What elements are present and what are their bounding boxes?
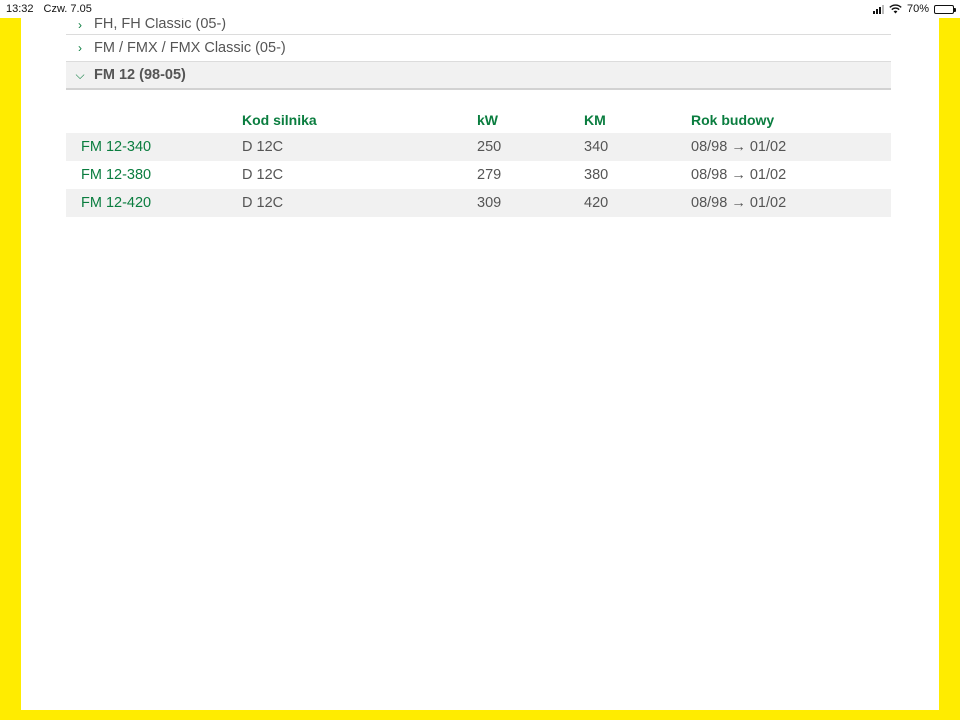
cell-engine-code: D 12C	[242, 167, 284, 183]
battery-percent: 70%	[906, 3, 929, 15]
cell-model[interactable]: FM 12-340	[66, 133, 242, 161]
table-row[interactable]: FM 12-380 D 12C 279 380 08/98 → 01/02	[66, 161, 891, 189]
chevron-right-icon: ›	[78, 18, 82, 32]
chevron-right-icon: ›	[78, 41, 82, 55]
table-row[interactable]: FM 12-420 D 12C 309 420 08/98 → 01/02	[66, 189, 891, 217]
cell-km: 420	[584, 195, 609, 211]
cell-kw: 279	[477, 167, 502, 183]
accordion-item-fh[interactable]: › FH, FH Classic (05-)	[66, 18, 891, 35]
cell-year: 08/98 → 01/02	[691, 167, 787, 183]
accordion-item-label: FH, FH Classic (05-)	[94, 18, 227, 32]
column-header-km: KM	[584, 111, 606, 128]
column-header-model	[66, 106, 242, 133]
column-header-engine-code: Kod silnika	[242, 111, 317, 128]
cell-engine-code: D 12C	[242, 195, 284, 211]
column-header-kw: kW	[477, 111, 498, 128]
cell-km: 340	[584, 139, 609, 155]
status-date: Czw. 7.05	[43, 3, 92, 15]
status-time: 13:32	[6, 3, 34, 15]
battery-icon	[934, 4, 956, 14]
cell-model[interactable]: FM 12-380	[66, 161, 242, 189]
status-bar: 13:32 Czw. 7.05 70%	[0, 0, 960, 18]
cell-km: 380	[584, 167, 609, 183]
accordion-item-fm-fmx[interactable]: › FM / FMX / FMX Classic (05-)	[66, 35, 891, 62]
cell-year: 08/98 → 01/02	[691, 195, 787, 211]
table-row[interactable]: FM 12-340 D 12C 250 340 08/98 → 01/02	[66, 133, 891, 161]
model-accordion: › FH, FH Classic (05-) › FM / FMX / FMX …	[66, 18, 891, 90]
signal-icon	[872, 4, 884, 14]
chevron-down-icon: ⌵	[75, 67, 85, 82]
cell-kw: 250	[477, 139, 502, 155]
table-header-row: Kod silnika kW KM Rok budowy	[66, 106, 891, 133]
column-header-year: Rok budowy	[691, 111, 775, 128]
accordion-item-label: FM 12 (98-05)	[94, 67, 186, 83]
page-content: › FH, FH Classic (05-) › FM / FMX / FMX …	[21, 18, 939, 710]
cell-year: 08/98 → 01/02	[691, 139, 787, 155]
cell-engine-code: D 12C	[242, 139, 284, 155]
accordion-item-fm12[interactable]: ⌵ FM 12 (98-05)	[66, 62, 891, 90]
wifi-icon	[889, 4, 902, 14]
cell-kw: 309	[477, 195, 502, 211]
engine-table: Kod silnika kW KM Rok budowy FM 12-340 D…	[66, 106, 891, 217]
status-indicators: 70%	[872, 3, 956, 15]
cell-model[interactable]: FM 12-420	[66, 189, 242, 217]
accordion-item-label: FM / FMX / FMX Classic (05-)	[94, 40, 286, 56]
